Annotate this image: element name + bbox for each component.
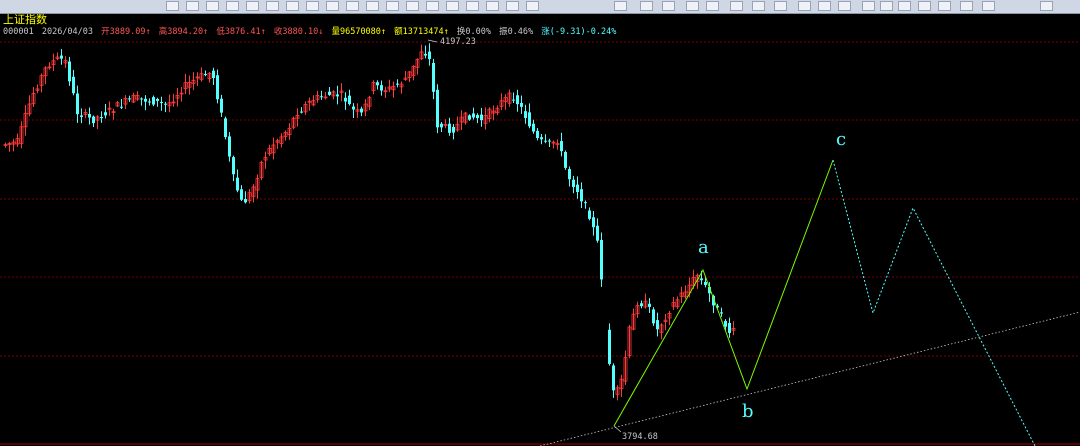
candle-body — [576, 184, 579, 193]
candle-body — [448, 123, 451, 133]
candle-body — [524, 111, 527, 118]
candle-body — [560, 141, 563, 152]
period-low-pointer — [613, 425, 622, 433]
candle-body — [212, 70, 215, 79]
candle-body — [648, 303, 651, 307]
candle-body — [596, 225, 599, 241]
candle-body — [532, 123, 535, 132]
candle-body — [588, 210, 591, 219]
candle-body — [148, 101, 151, 103]
candle-body — [652, 309, 655, 324]
candle-body — [104, 112, 107, 116]
candle-body — [348, 95, 351, 104]
candle-body — [80, 115, 83, 118]
candle-body — [480, 114, 483, 121]
candle-body — [432, 62, 435, 92]
candle-body — [344, 97, 347, 102]
candle-body — [656, 320, 659, 330]
candle-body — [336, 94, 339, 97]
candle-body — [224, 118, 227, 138]
candle-body — [232, 157, 235, 175]
candle-body — [228, 136, 231, 157]
candle-body — [128, 98, 131, 100]
candle-body — [564, 151, 567, 168]
candle-body — [216, 75, 219, 100]
wave-projection-path — [832, 159, 1036, 446]
candle-body — [156, 98, 159, 101]
candle-body — [476, 115, 479, 119]
candle-body — [88, 113, 91, 118]
candle-body — [536, 130, 539, 139]
candle-body — [704, 281, 707, 286]
candle-body — [544, 140, 547, 142]
candle-body — [424, 53, 427, 56]
candle-body — [548, 140, 551, 142]
candle-body — [328, 91, 331, 95]
elliott-wave-lines — [539, 159, 1080, 446]
candle-body — [700, 278, 703, 281]
candle-body — [376, 82, 379, 86]
candle-body — [468, 115, 471, 120]
candle-body — [164, 103, 167, 105]
candle-body — [352, 106, 355, 110]
candle-body — [428, 51, 431, 60]
candle-body — [520, 102, 523, 107]
candle-body — [396, 83, 399, 85]
candlestick-series — [3, 43, 736, 401]
candle-body — [728, 322, 731, 333]
candle-body — [452, 126, 455, 133]
period-high-label: 4197.23 — [440, 37, 476, 47]
candle-body — [380, 85, 383, 91]
candle-body — [60, 55, 63, 59]
candle-body — [160, 102, 163, 104]
kline-chart[interactable]: 4197.23 3794.68 a b c — [0, 0, 1080, 446]
candle-body — [584, 202, 587, 204]
candle-body — [92, 116, 95, 124]
candle-body — [640, 303, 643, 307]
candle-body — [76, 93, 79, 115]
candle-body — [528, 112, 531, 127]
candle-body — [600, 239, 603, 280]
candle-body — [360, 108, 363, 113]
candle-body — [68, 61, 71, 82]
candle-body — [320, 96, 323, 98]
wave-label-b: b — [742, 401, 754, 422]
candle-body — [240, 189, 243, 200]
candle-body — [540, 137, 543, 140]
wave-label-c: c — [836, 129, 846, 150]
candle-body — [144, 98, 147, 102]
candle-body — [140, 98, 143, 100]
candle-body — [300, 111, 303, 113]
candle-body — [100, 116, 103, 119]
candle-body — [440, 123, 443, 128]
candle-body — [244, 199, 247, 203]
candle-body — [572, 179, 575, 187]
candle-body — [72, 76, 75, 94]
candle-body — [152, 97, 155, 105]
candle-body — [436, 89, 439, 128]
candle-body — [580, 189, 583, 202]
candle-body — [120, 106, 123, 108]
candle-body — [516, 95, 519, 105]
wave-label-a: a — [698, 237, 709, 258]
candle-body — [204, 74, 207, 76]
candle-body — [608, 329, 611, 364]
candle-body — [724, 320, 727, 327]
candle-body — [612, 365, 615, 391]
candle-body — [592, 217, 595, 228]
candle-body — [472, 113, 475, 118]
candle-body — [236, 177, 239, 191]
candle-body — [720, 312, 723, 314]
candle-body — [568, 169, 571, 180]
candle-body — [512, 99, 515, 101]
period-low-label: 3794.68 — [622, 432, 658, 442]
candle-body — [220, 98, 223, 113]
wave-abc-path — [613, 159, 834, 427]
